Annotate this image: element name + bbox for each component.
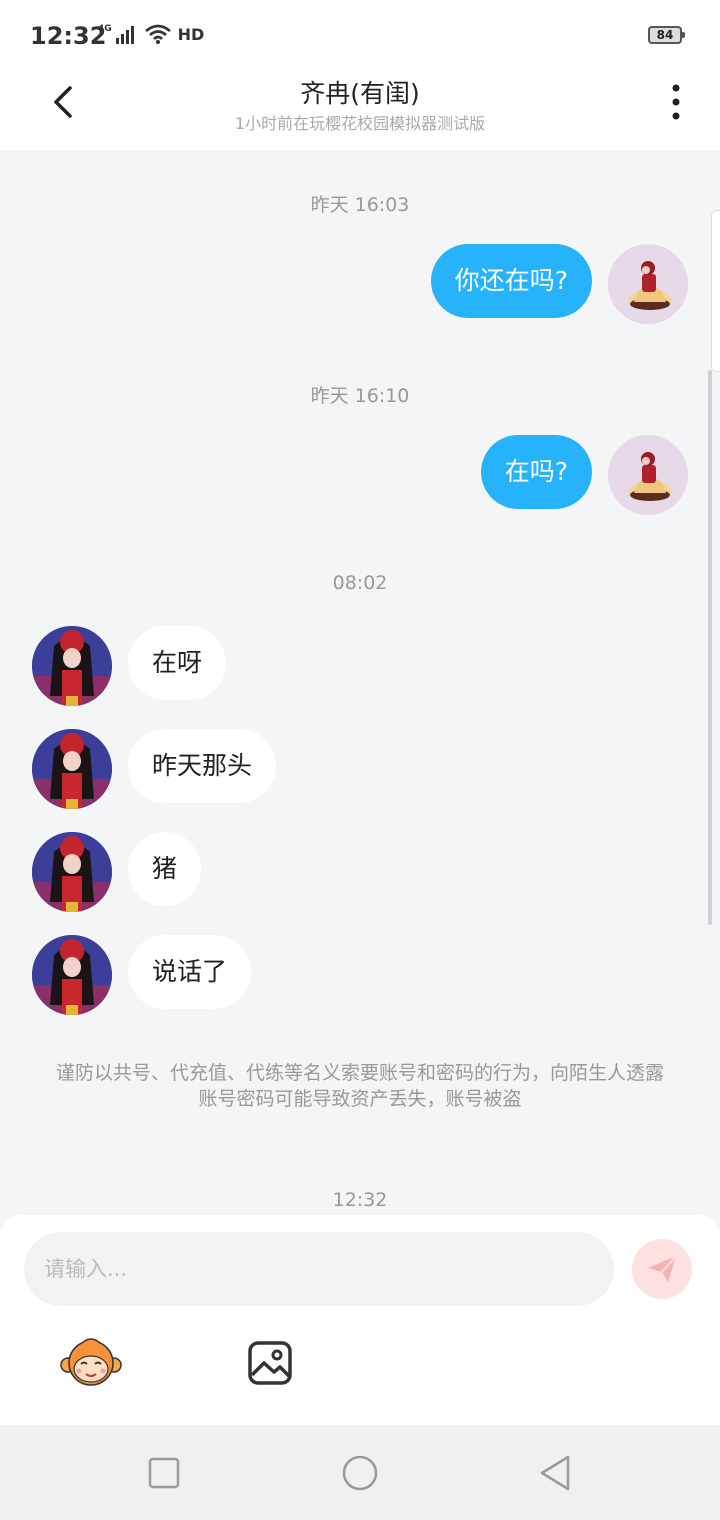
- status-time: 12:32: [30, 22, 107, 50]
- input-panel: [0, 1215, 720, 1425]
- message-bubble-incoming[interactable]: 猪: [128, 832, 202, 906]
- system-nav-bar: [0, 1425, 720, 1520]
- avatar-self[interactable]: [608, 435, 688, 515]
- wifi-icon: [144, 24, 171, 44]
- recent-apps-button[interactable]: [144, 1453, 184, 1493]
- more-options-button[interactable]: [660, 82, 692, 122]
- more-vertical-icon: [672, 84, 680, 120]
- home-button[interactable]: [340, 1453, 380, 1493]
- emoji-button[interactable]: [60, 1337, 122, 1387]
- scroll-handle[interactable]: [711, 210, 720, 372]
- message-bubble-incoming[interactable]: 在呀: [128, 626, 227, 700]
- chat-subtitle: 1小时前在玩樱花校园模拟器测试版: [234, 114, 486, 133]
- avatar-contact[interactable]: [32, 626, 112, 706]
- message-input[interactable]: [24, 1232, 614, 1306]
- message-bubble-incoming[interactable]: 说话了: [128, 935, 252, 1009]
- signal-icon: [115, 26, 134, 44]
- circle-icon: [342, 1455, 378, 1491]
- back-nav-button[interactable]: [536, 1453, 576, 1493]
- send-button[interactable]: [632, 1239, 692, 1299]
- image-icon: [248, 1341, 292, 1385]
- avatar-contact[interactable]: [32, 832, 112, 912]
- battery-level: 84: [656, 28, 674, 42]
- message-bubble-incoming[interactable]: 昨天那头: [128, 729, 277, 803]
- timestamp: 12:32: [332, 1189, 388, 1211]
- message-bubble-outgoing[interactable]: 在吗?: [480, 435, 592, 509]
- paper-plane-icon: [648, 1255, 677, 1282]
- avatar-self[interactable]: [608, 244, 688, 324]
- avatar-contact[interactable]: [32, 935, 112, 1015]
- timestamp: 08:02: [332, 572, 388, 594]
- chat-header: 齐冉(有闺) 1小时前在玩樱花校园模拟器测试版: [0, 70, 720, 150]
- avatar-contact[interactable]: [32, 729, 112, 809]
- avatar-self-image: [608, 244, 688, 324]
- avatar-self-image: [608, 435, 688, 515]
- scrollbar[interactable]: [708, 370, 712, 925]
- square-icon: [148, 1457, 180, 1489]
- hd-badge: HD: [177, 25, 205, 44]
- avatar-contact-image: [32, 626, 112, 706]
- security-notice: 谨防以共号、代充值、代练等名义索要账号和密码的行为，向陌生人透露账号密码可能导致…: [55, 1062, 664, 1110]
- avatar-contact-image: [32, 729, 112, 809]
- avatar-contact-image: [32, 935, 112, 1015]
- message-bubble-outgoing[interactable]: 你还在吗?: [430, 244, 592, 318]
- timestamp: 昨天 16:10: [310, 385, 410, 407]
- chat-title: 齐冉(有闺): [300, 79, 420, 108]
- monkey-face-icon: [60, 1338, 122, 1386]
- status-bar: 12:32 4G HD 84: [0, 0, 720, 70]
- triangle-back-icon: [540, 1455, 570, 1491]
- battery-icon: 84: [648, 26, 685, 44]
- image-button[interactable]: [246, 1339, 294, 1387]
- timestamp: 昨天 16:03: [310, 194, 410, 216]
- avatar-contact-image: [32, 832, 112, 912]
- status-icons: 4G HD: [98, 24, 204, 44]
- network-type: 4G: [98, 24, 112, 34]
